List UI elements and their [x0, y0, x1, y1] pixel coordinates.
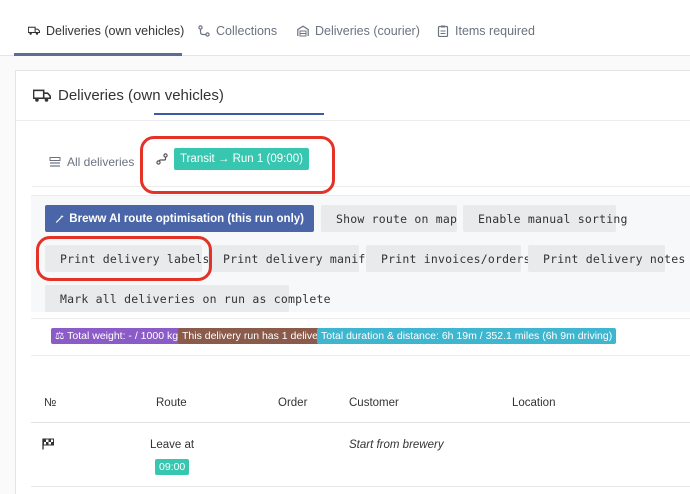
- row-divider: [31, 486, 690, 487]
- col-order-header: Order: [278, 397, 308, 409]
- route-leave-text: Leave at: [150, 439, 195, 451]
- list-icon: [49, 157, 61, 167]
- mark-all-complete-button[interactable]: Mark all deliveries on run as complete: [45, 285, 331, 312]
- ai-route-optimisation-button[interactable]: Breww AI route optimisation (this run on…: [45, 205, 314, 232]
- show-route-on-map-button[interactable]: Show route on map: [321, 205, 457, 232]
- tab-collections[interactable]: Collections: [198, 24, 277, 38]
- button-label: Enable manual sorting: [478, 211, 628, 226]
- tabs-divider: [32, 186, 690, 187]
- card-title-text: Deliveries (own vehicles): [58, 87, 224, 104]
- inner-tab-indicator: [154, 113, 324, 115]
- tab-label: Deliveries (own vehicles): [46, 24, 185, 38]
- tab-label: Items required: [455, 24, 535, 38]
- customer-cell: Start from brewery: [349, 439, 444, 451]
- tab-label: Deliveries (courier): [315, 24, 420, 38]
- tab-deliveries-courier[interactable]: Deliveries (courier): [297, 24, 420, 38]
- tab-label: All deliveries: [67, 155, 135, 169]
- button-label: Print invoices/orders: [381, 251, 531, 266]
- print-delivery-notes-button[interactable]: Print delivery notes: [528, 245, 685, 272]
- enable-manual-sorting-button[interactable]: Enable manual sorting: [463, 205, 627, 232]
- tab-items-required[interactable]: Items required: [437, 24, 535, 38]
- button-label: Print delivery notes: [543, 251, 686, 266]
- scale-icon: ⚖: [55, 330, 68, 342]
- delivery-count-badge: This delivery run has 1 delivery: [178, 328, 331, 344]
- active-tab-indicator: [14, 53, 182, 56]
- tab-all-deliveries[interactable]: All deliveries: [49, 155, 134, 169]
- badge-text: Total weight: - / 1000 kg: [67, 330, 179, 342]
- print-invoices-orders-button[interactable]: Print invoices/orders: [366, 245, 545, 272]
- print-delivery-labels-button[interactable]: Print delivery labels: [45, 245, 224, 272]
- truck-icon: [33, 89, 51, 102]
- col-number-header: №: [44, 397, 57, 409]
- tab-transit-run-1[interactable]: Transit → Run 1 (09:00): [156, 148, 309, 170]
- col-location-header: Location: [512, 397, 556, 409]
- clipboard-icon: [437, 25, 449, 37]
- button-label: Print delivery labels: [60, 251, 210, 266]
- col-route-header: Route: [156, 397, 187, 409]
- button-label: Mark all deliveries on run as complete: [60, 291, 331, 306]
- duration-distance-badge: Total duration & distance: 6h 19m / 352.…: [317, 328, 617, 344]
- route-icon: [156, 153, 168, 165]
- tab-deliveries-own-vehicles[interactable]: Deliveries (own vehicles): [28, 24, 184, 38]
- route-icon: [198, 25, 210, 37]
- card-header: Deliveries (own vehicles): [16, 71, 690, 121]
- departure-time-badge: 09:00: [155, 459, 190, 475]
- checkered-flag-icon: [42, 438, 54, 450]
- magic-wand-icon: [55, 214, 64, 223]
- total-weight-badge: ⚖ Total weight: - / 1000 kg: [51, 328, 183, 344]
- top-tab-bar: Deliveries (own vehicles) Collections De…: [0, 0, 690, 56]
- print-delivery-manifest-button[interactable]: Print delivery manifest: [208, 245, 387, 272]
- card-title: Deliveries (own vehicles): [33, 87, 224, 104]
- button-label: Breww AI route optimisation (this run on…: [69, 212, 304, 225]
- truck-icon: [28, 26, 40, 35]
- col-customer-header: Customer: [349, 397, 399, 409]
- run-badge: Transit → Run 1 (09:00): [174, 148, 309, 170]
- tab-label: Collections: [216, 24, 278, 38]
- button-label: Show route on map: [336, 211, 458, 226]
- table-header-divider: [31, 422, 690, 423]
- button-label: Print delivery manifest: [223, 251, 387, 266]
- warehouse-icon: [297, 25, 309, 37]
